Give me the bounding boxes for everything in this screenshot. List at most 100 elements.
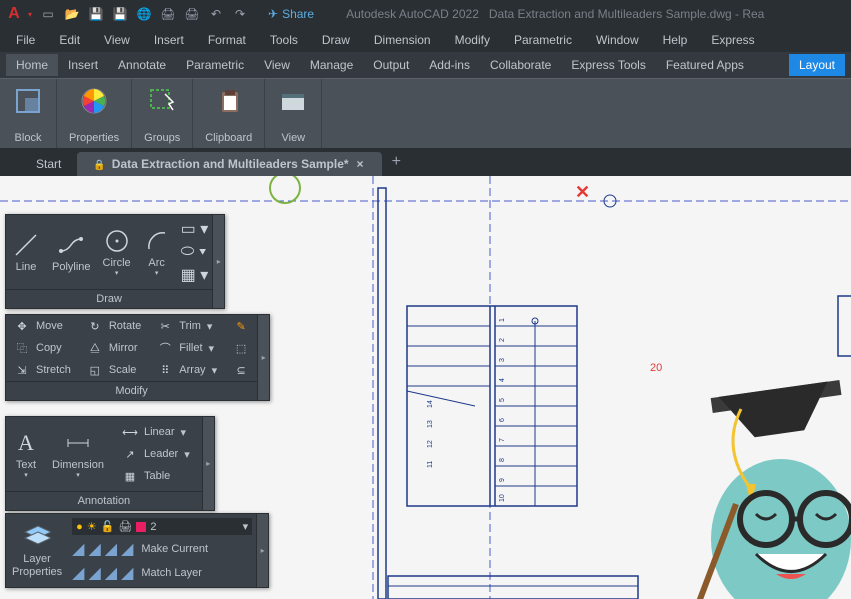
tool-stretch[interactable]: ⇲Stretch [6, 359, 79, 381]
palette-draw[interactable]: Line Polyline Circle▾ Arc▾ ▭ ▾ ⬭ ▾ ▦ ▾ D… [5, 214, 225, 309]
panel-properties[interactable]: Properties [57, 79, 132, 148]
expand-layers[interactable]: ▸ [256, 514, 268, 587]
ribbon-tabs: Home Insert Annotate Parametric View Man… [0, 52, 851, 78]
menu-window[interactable]: Window [586, 31, 649, 49]
tool-mirror[interactable]: ⧋Mirror [79, 337, 149, 359]
panel-clipboard[interactable]: Clipboard [193, 79, 265, 148]
layer-tool-3[interactable]: ◢ [105, 539, 117, 559]
menu-insert[interactable]: Insert [144, 31, 194, 49]
close-tab-icon[interactable]: × [355, 157, 366, 171]
tool-table[interactable]: ▦Table [114, 465, 198, 487]
match-layer-button[interactable]: Match Layer [137, 563, 206, 583]
ellipse-icon[interactable]: ⬭ ▾ [181, 243, 209, 261]
panel-block[interactable]: Block [0, 79, 57, 148]
layer-dropdown[interactable]: ● ☀ 🔓 🖨 2 ▾ [72, 518, 252, 535]
palette-modify[interactable]: ✥Move ↻Rotate ✂Trim ▾ ✎ ⿻Copy ⧋Mirror ⌒F… [5, 314, 270, 401]
drawing-workspace[interactable]: ✕ 20 14 13 12 11 1 2 3 4 5 6 7 8 9 10 Li… [0, 176, 851, 599]
tool-explode[interactable]: ⬚ [225, 337, 257, 359]
sun-icon: ☀ [87, 520, 97, 533]
menu-express[interactable]: Express [701, 31, 764, 49]
tab-output[interactable]: Output [363, 54, 419, 76]
tab-annotate[interactable]: Annotate [108, 54, 176, 76]
undo-icon[interactable]: ↶ [208, 6, 224, 22]
tab-insert[interactable]: Insert [58, 54, 108, 76]
tool-circle[interactable]: Circle▾ [97, 215, 137, 289]
tab-start[interactable]: Start [20, 152, 77, 176]
menu-file[interactable]: File [6, 31, 45, 49]
tool-fillet[interactable]: ⌒Fillet ▾ [149, 337, 225, 359]
tool-offset[interactable]: ⊆ [225, 359, 257, 381]
svg-text:2: 2 [499, 338, 506, 342]
expand-annotation[interactable]: ▸ [202, 417, 214, 510]
tool-scale[interactable]: ◱Scale [79, 359, 149, 381]
tool-line[interactable]: Line [6, 215, 46, 289]
rect-icon[interactable]: ▭ ▾ [181, 219, 209, 239]
ribbon-panels: Block Properties Groups Clipboard View [0, 78, 851, 148]
open-icon[interactable]: 📂 [64, 6, 80, 22]
tool-layer-properties[interactable]: Layer Properties [6, 514, 68, 587]
redo-icon[interactable]: ↷ [232, 6, 248, 22]
menu-format[interactable]: Format [198, 31, 256, 49]
menu-tools[interactable]: Tools [260, 31, 308, 49]
new-icon[interactable]: ▭ [40, 6, 56, 22]
add-tab-button[interactable]: + [382, 148, 411, 176]
tool-arc[interactable]: Arc▾ [137, 215, 177, 289]
tool-array[interactable]: ⠿Array ▾ [149, 359, 225, 381]
menu-edit[interactable]: Edit [49, 31, 90, 49]
layer-tool-8[interactable]: ◢ [121, 563, 133, 583]
view-icon [277, 85, 309, 117]
tool-leader[interactable]: ↗Leader ▾ [114, 443, 198, 465]
tool-text[interactable]: AText▾ [6, 417, 46, 491]
expand-modify[interactable]: ▸ [257, 315, 269, 400]
tab-manage[interactable]: Manage [300, 54, 363, 76]
saveas-icon[interactable]: 💾 [112, 6, 128, 22]
make-current-button[interactable]: Make Current [137, 539, 212, 559]
tool-trim[interactable]: ✂Trim ▾ [149, 315, 225, 337]
tab-collaborate[interactable]: Collaborate [480, 54, 561, 76]
tab-addins[interactable]: Add-ins [419, 54, 480, 76]
tool-dimension[interactable]: Dimension▾ [46, 417, 110, 491]
palette-annotation[interactable]: AText▾ Dimension▾ ⟷Linear ▾ ↗Leader ▾ ▦T… [5, 416, 215, 511]
menu-view[interactable]: View [94, 31, 140, 49]
menu-parametric[interactable]: Parametric [504, 31, 582, 49]
tab-view[interactable]: View [254, 54, 300, 76]
tab-document-active[interactable]: Data Extraction and Multileaders Sample*… [77, 152, 381, 176]
panel-view[interactable]: View [265, 79, 322, 148]
palette-annotation-title: Annotation [6, 491, 202, 510]
menu-draw[interactable]: Draw [312, 31, 360, 49]
tab-home[interactable]: Home [6, 54, 58, 76]
tool-polyline[interactable]: Polyline [46, 215, 97, 289]
tab-parametric[interactable]: Parametric [176, 54, 254, 76]
layer-tool-2[interactable]: ◢ [88, 539, 100, 559]
print-icon[interactable]: 🖨 [184, 6, 200, 22]
tool-move[interactable]: ✥Move [6, 315, 79, 337]
menu-dimension[interactable]: Dimension [364, 31, 441, 49]
palette-layers[interactable]: Layer Properties ● ☀ 🔓 🖨 2 ▾ ◢ ◢ ◢ ◢ [5, 513, 269, 588]
expand-draw[interactable]: ▸ [212, 215, 224, 308]
tab-layout[interactable]: Layout [789, 54, 845, 76]
tab-express-tools[interactable]: Express Tools [561, 54, 655, 76]
menu-help[interactable]: Help [653, 31, 698, 49]
tool-copy[interactable]: ⿻Copy [6, 337, 79, 359]
document-tabs: Start Data Extraction and Multileaders S… [0, 148, 851, 176]
web-icon[interactable]: 🌐 [136, 6, 152, 22]
layer-tool-1[interactable]: ◢ [72, 539, 84, 559]
plot-icon[interactable]: 🖨 [160, 6, 176, 22]
save-icon[interactable]: 💾 [88, 6, 104, 22]
menu-modify[interactable]: Modify [445, 31, 500, 49]
tool-erase[interactable]: ✎ [225, 315, 257, 337]
stretch-icon: ⇲ [14, 362, 30, 378]
hatch-icon[interactable]: ▦ ▾ [181, 265, 209, 285]
app-logo[interactable]: A [0, 5, 28, 23]
layer-tool-4[interactable]: ◢ [121, 539, 133, 559]
svg-text:11: 11 [427, 461, 434, 468]
layer-tool-5[interactable]: ◢ [72, 563, 84, 583]
share-button[interactable]: ✈ Share [268, 7, 314, 21]
layer-tool-6[interactable]: ◢ [88, 563, 100, 583]
layer-tool-7[interactable]: ◢ [105, 563, 117, 583]
tool-linear[interactable]: ⟷Linear ▾ [114, 421, 198, 443]
tool-rotate[interactable]: ↻Rotate [79, 315, 149, 337]
panel-groups[interactable]: Groups [132, 79, 193, 148]
app-title: Autodesk AutoCAD 2022 [346, 7, 479, 21]
tab-featured-apps[interactable]: Featured Apps [656, 54, 754, 76]
